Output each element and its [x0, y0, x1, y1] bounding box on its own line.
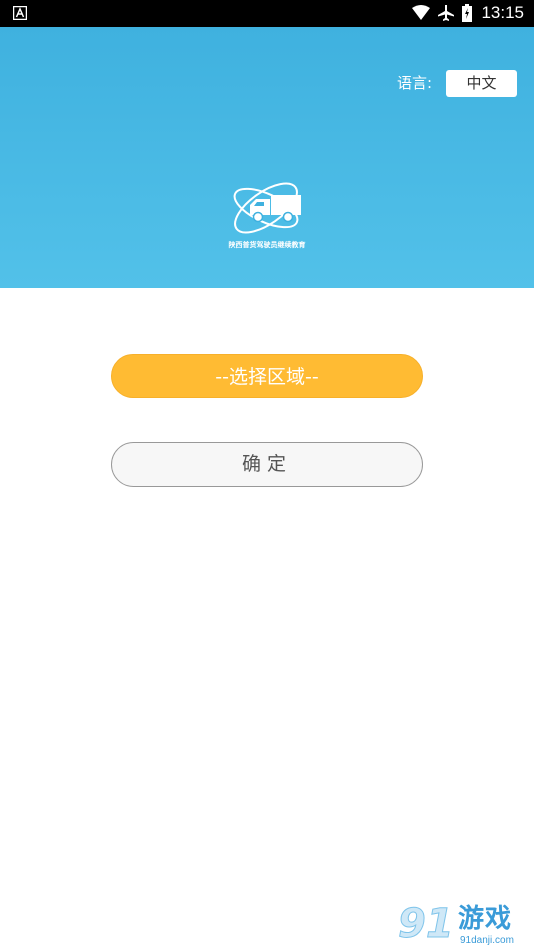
airplane-icon	[438, 5, 454, 21]
battery-icon	[462, 4, 472, 22]
logo-caption: 陕西普货驾驶员继续教育	[228, 241, 306, 249]
status-bar: 13:15	[0, 0, 534, 27]
select-region-button[interactable]: --选择区域--	[111, 354, 423, 398]
watermark-logo: 91 游戏 91danji.com	[398, 902, 530, 948]
status-time: 13:15	[481, 3, 524, 22]
truck-logo-icon	[233, 182, 301, 234]
watermark-url: 91danji.com	[460, 935, 514, 946]
status-icons	[412, 4, 472, 22]
language-label: 语言:	[397, 74, 433, 92]
wifi-icon	[412, 5, 430, 20]
watermark-name: 游戏	[458, 904, 513, 934]
confirm-button[interactable]: 确定	[111, 442, 423, 487]
watermark-91: 91	[398, 901, 455, 947]
header-banner: 语言: 中文 陕西普货驾驶员继续教育	[0, 27, 534, 288]
notification-a-icon	[13, 6, 27, 20]
language-select-button[interactable]: 中文	[446, 70, 517, 97]
